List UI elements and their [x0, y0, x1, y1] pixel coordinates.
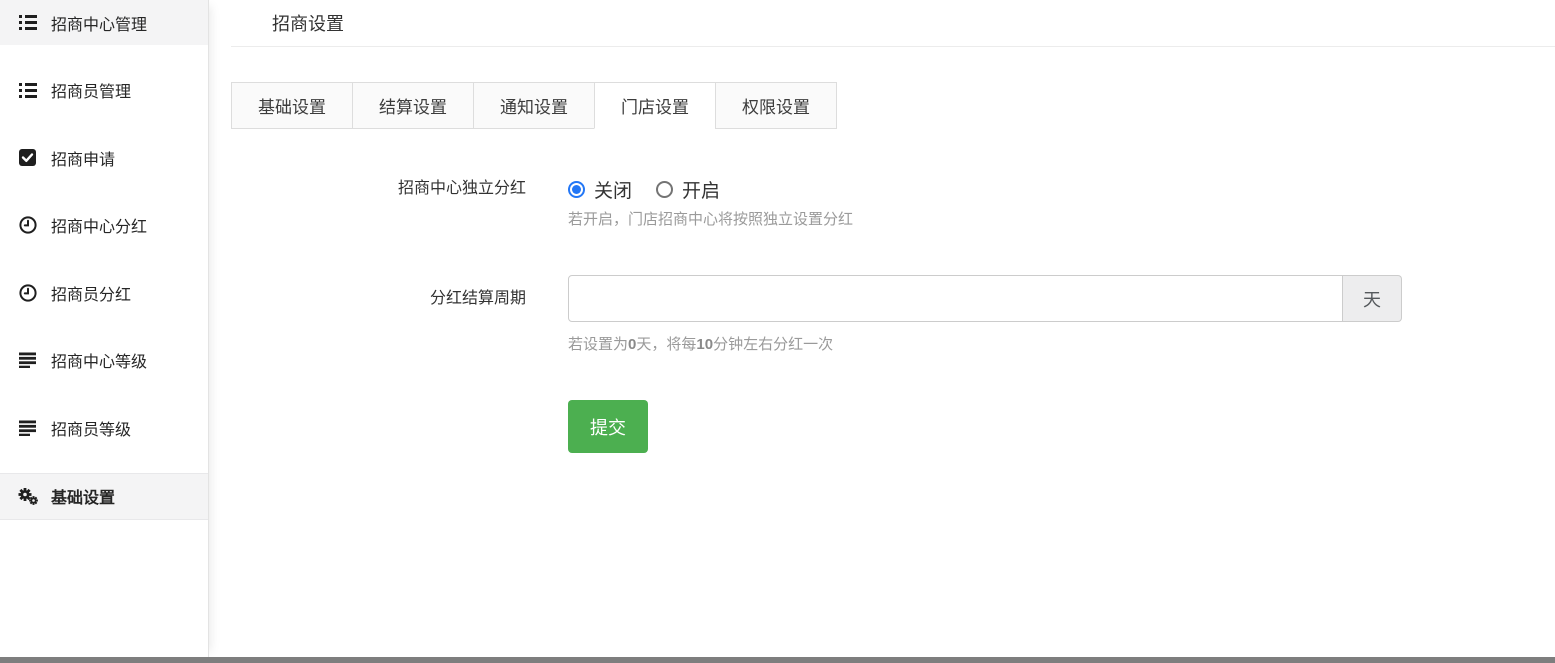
unit-addon: 天 [1343, 275, 1402, 322]
sidebar-item-label: 招商中心管理 [51, 11, 147, 35]
sidebar-item-merchant-staff-management[interactable]: 招商员管理 [0, 68, 208, 113]
tab-permission-settings[interactable]: 权限设置 [715, 82, 837, 129]
clock-icon [17, 284, 38, 302]
sidebar-item-merchant-center-level[interactable]: 招商中心等级 [0, 338, 208, 383]
sidebar-item-label: 基础设置 [51, 484, 115, 508]
sidebar-item-label: 招商申请 [51, 146, 115, 170]
cogs-icon [17, 487, 38, 505]
main-content: 招商设置 基础设置 结算设置 通知设置 门店设置 权限设置 招商中心独立分红 关… [209, 0, 1555, 453]
radio-unselected-icon[interactable] [656, 181, 673, 198]
radio-option-on[interactable]: 开启 [656, 176, 720, 203]
settlement-cycle-row: 分红结算周期 天 若设置为0天，将每10分钟左右分红一次 [209, 275, 1555, 354]
page-title: 招商设置 [272, 10, 344, 36]
radio-selected-icon[interactable] [568, 181, 585, 198]
radio-option-off[interactable]: 关闭 [568, 176, 632, 203]
sidebar-item-merchant-application[interactable]: 招商申请 [0, 135, 208, 180]
independent-dividend-radio-group: 关闭 开启 [568, 177, 853, 201]
settings-tabs: 基础设置 结算设置 通知设置 门店设置 权限设置 [231, 82, 1555, 129]
sidebar-item-basic-settings[interactable]: 基础设置 [0, 473, 208, 520]
align-left-icon [17, 420, 38, 436]
clock-icon [17, 216, 38, 234]
sidebar-item-label: 招商中心分红 [51, 213, 147, 237]
align-left-icon [17, 352, 38, 368]
sidebar-item-label: 招商员等级 [51, 416, 131, 440]
list-icon [17, 14, 38, 31]
independent-dividend-label: 招商中心独立分红 [209, 177, 526, 229]
sidebar-item-label: 招商员管理 [51, 78, 131, 102]
help-text-part: 分钟左右分红一次 [713, 336, 833, 353]
sidebar-item-merchant-staff-dividend[interactable]: 招商员分红 [0, 270, 208, 315]
tab-settlement-settings[interactable]: 结算设置 [352, 82, 474, 129]
bottom-scrollbar[interactable] [0, 657, 1555, 663]
settlement-cycle-label: 分红结算周期 [209, 275, 526, 354]
breadcrumb: 招商设置 [231, 0, 1555, 47]
sidebar-item-merchant-center-dividend[interactable]: 招商中心分红 [0, 203, 208, 248]
sidebar-item-label: 招商员分红 [51, 281, 131, 305]
help-number: 10 [696, 336, 713, 353]
radio-option-label: 关闭 [594, 176, 632, 203]
submit-button[interactable]: 提交 [568, 400, 648, 453]
tab-store-settings[interactable]: 门店设置 [594, 82, 716, 129]
radio-option-label: 开启 [682, 176, 720, 203]
sidebar-item-label: 招商中心等级 [51, 348, 147, 372]
store-settings-form: 招商中心独立分红 关闭 开启 若开启，门店招商中心将按照独立设置分红 分红结算周… [209, 177, 1555, 453]
help-text-part: 天，将每 [636, 336, 696, 353]
help-text-part: 若设置为 [568, 336, 628, 353]
independent-dividend-row: 招商中心独立分红 关闭 开启 若开启，门店招商中心将按照独立设置分红 [209, 177, 1555, 229]
independent-dividend-help: 若开启，门店招商中心将按照独立设置分红 [568, 211, 853, 229]
tab-basic-settings[interactable]: 基础设置 [231, 82, 353, 129]
sidebar-item-merchant-center-management[interactable]: 招商中心管理 [0, 0, 208, 45]
settlement-cycle-input[interactable] [568, 275, 1343, 322]
sidebar-item-merchant-staff-level[interactable]: 招商员等级 [0, 405, 208, 450]
sidebar: 招商中心管理 招商员管理 招商申请 招商中心分红 [0, 0, 209, 657]
settlement-cycle-input-group: 天 [568, 275, 1402, 322]
settlement-cycle-help: 若设置为0天，将每10分钟左右分红一次 [568, 336, 1402, 354]
list-icon [17, 82, 38, 99]
check-square-icon [17, 149, 38, 166]
tab-notification-settings[interactable]: 通知设置 [473, 82, 595, 129]
